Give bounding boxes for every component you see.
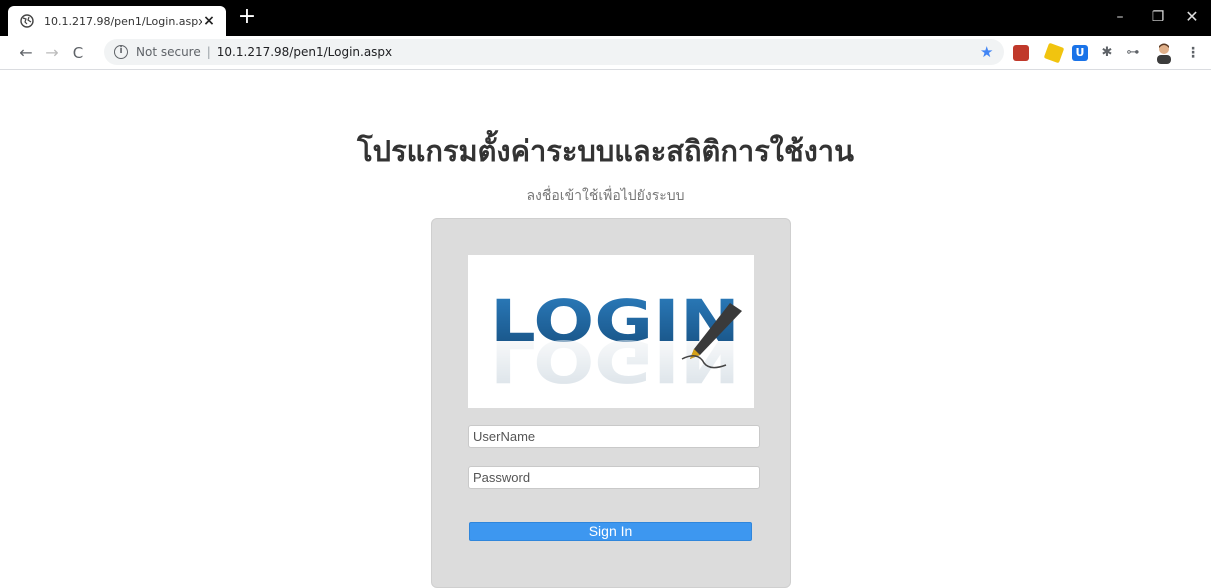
login-panel: LOGIN LOGIN Sign In — [431, 218, 791, 588]
info-icon[interactable]: i — [114, 45, 128, 59]
tab-title: 10.1.217.98/pen1/Login.aspx — [44, 14, 202, 28]
forward-button[interactable]: → — [42, 43, 62, 63]
u-extension-icon[interactable]: U — [1072, 45, 1088, 61]
browser-tab[interactable]: 10.1.217.98/pen1/Login.aspx × — [8, 6, 226, 36]
title-extension-icon[interactable] — [1013, 45, 1029, 61]
puzzle-extensions-icon[interactable]: ✱ — [1100, 46, 1114, 60]
back-button[interactable]: ← — [16, 43, 36, 63]
browser-titlebar: 10.1.217.98/pen1/Login.aspx × + – ❐ ✕ — [0, 0, 1211, 36]
login-logo: LOGIN LOGIN — [468, 255, 754, 408]
page-subtitle: ลงชื่อเข้าใช้เพื่อไปยังระบบ — [526, 188, 685, 204]
browser-toolbar: ← → C i Not secure | 10.1.217.98/pen1/Lo… — [0, 36, 1211, 70]
login-logo-image: LOGIN LOGIN — [490, 287, 742, 395]
url-separator: | — [206, 45, 211, 59]
address-bar[interactable]: i Not secure | 10.1.217.98/pen1/Login.as… — [104, 39, 1004, 65]
profile-avatar-icon[interactable] — [1154, 42, 1174, 64]
tab-close-icon[interactable]: × — [202, 13, 216, 29]
page-title: โปรแกรมตั้งค่าระบบและสถิติการใช้งาน — [357, 134, 854, 168]
password-input[interactable] — [468, 466, 760, 489]
security-label: Not secure — [136, 45, 201, 59]
eyedropper-extension-icon[interactable] — [1043, 42, 1065, 64]
key-icon[interactable]: ⊶ — [1124, 45, 1142, 61]
sign-in-button[interactable]: Sign In — [469, 522, 752, 541]
minimize-button[interactable]: – — [1100, 6, 1140, 28]
reload-button[interactable]: C — [68, 43, 88, 63]
bookmark-star-icon[interactable]: ★ — [980, 43, 993, 61]
close-window-button[interactable]: ✕ — [1172, 6, 1211, 28]
globe-icon — [20, 14, 34, 28]
kebab-menu-icon[interactable]: ⋮ — [1186, 44, 1200, 62]
username-input[interactable] — [468, 425, 760, 448]
url-text[interactable]: 10.1.217.98/pen1/Login.aspx — [217, 45, 392, 59]
new-tab-button[interactable]: + — [236, 6, 258, 28]
